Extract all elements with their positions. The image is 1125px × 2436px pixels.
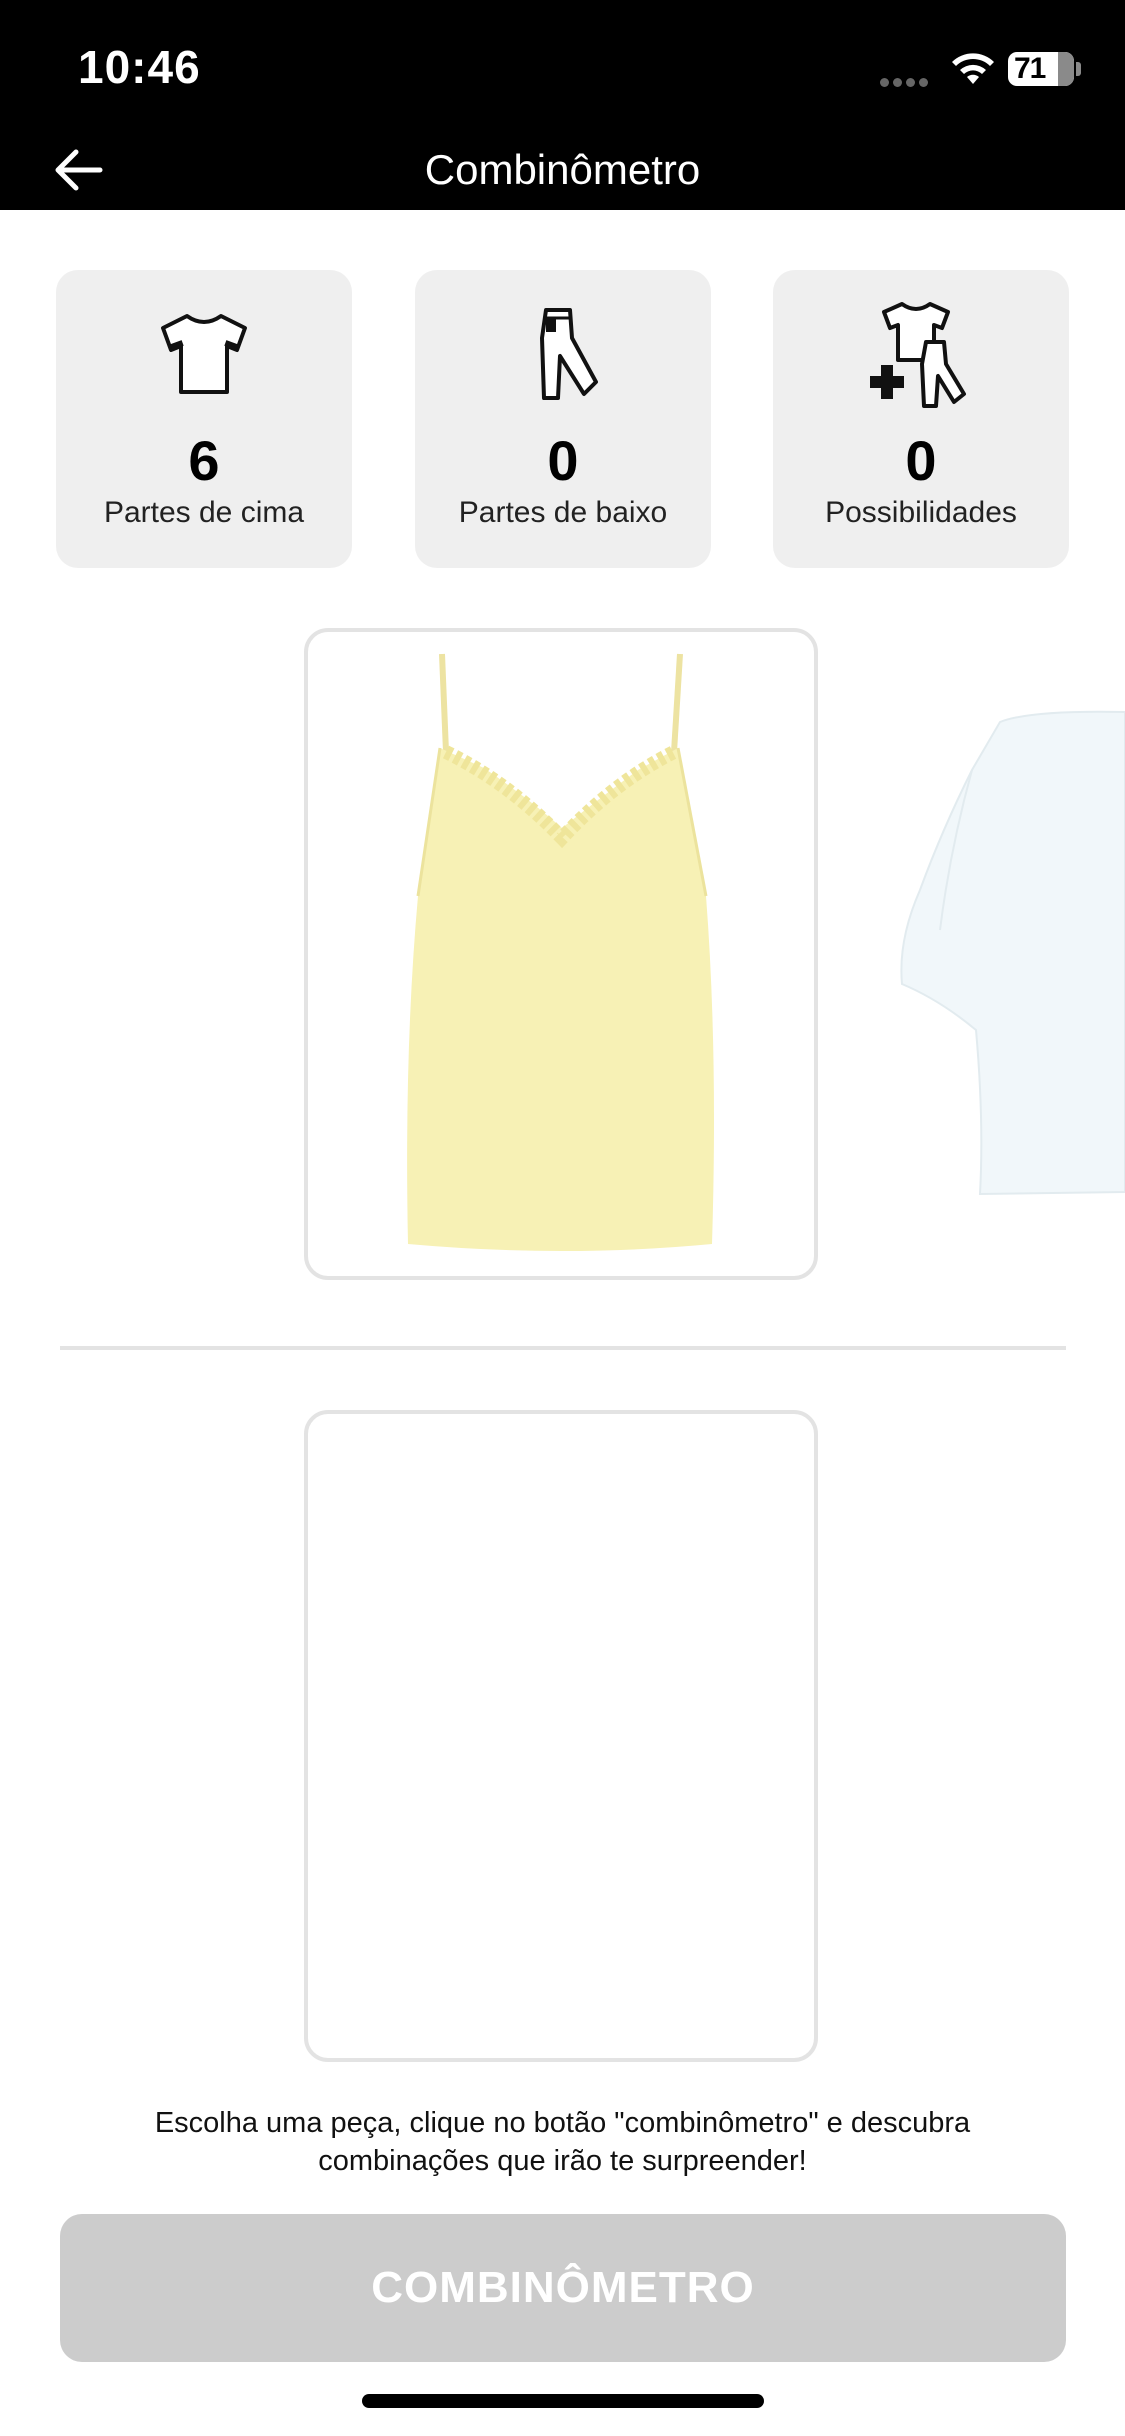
possibilities-count: 0: [905, 429, 937, 492]
tops-label: Partes de cima: [103, 496, 305, 529]
page-title: Combinômetro: [424, 146, 701, 193]
cellular-signal-icon: [880, 74, 934, 87]
bottom-item-placeholder[interactable]: [304, 1410, 818, 2062]
tshirt-icon: [161, 314, 247, 394]
stat-card-possibilities: 0 Possibilidades: [773, 270, 1069, 568]
section-divider: [60, 1346, 1066, 1350]
possibilities-label: Possibilidades: [825, 496, 1017, 529]
top-bar: 10:46 71 Combinômetro: [0, 0, 1125, 210]
next-top-card[interactable]: [880, 700, 1125, 1200]
bottoms-label: Partes de baixo: [458, 496, 668, 529]
status-time: 10:46: [78, 41, 201, 93]
camisole-image: [407, 653, 714, 1251]
combinometro-button[interactable]: COMBINÔMETRO: [60, 2214, 1066, 2362]
stat-card-bottoms: 0 Partes de baixo: [415, 270, 711, 568]
white-blouse-image: [900, 710, 1125, 1196]
bottoms-count: 0: [547, 429, 579, 492]
battery-level: 71: [1014, 52, 1046, 85]
pants-icon: [540, 308, 598, 400]
battery-icon: 71: [1008, 52, 1074, 86]
stat-card-tops: 6 Partes de cima: [56, 270, 352, 568]
outfit-combination-icon: [870, 302, 966, 408]
selected-top-card[interactable]: [304, 628, 818, 1280]
home-indicator: [362, 2394, 764, 2408]
wifi-icon: [952, 53, 994, 84]
instruction-text: Escolha uma peça, clique no botão "combi…: [154, 2107, 971, 2177]
tops-count: 6: [188, 429, 220, 492]
